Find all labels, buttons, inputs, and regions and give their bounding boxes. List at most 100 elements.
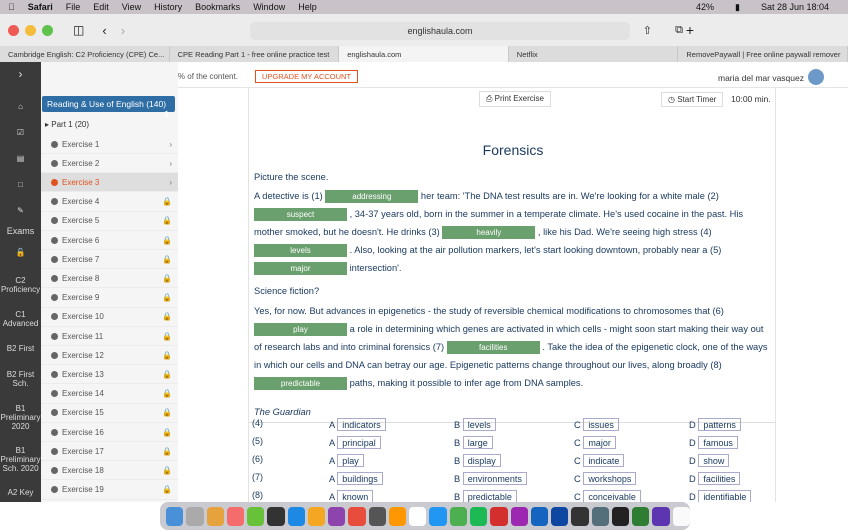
exercise-item[interactable]: Exercise 17 🔒 [41,442,178,462]
dock-app-icon[interactable] [611,506,630,526]
datetime[interactable]: Sat 28 Jun 18:04 [761,2,829,12]
dock-app-icon[interactable] [551,506,569,526]
exercise-item[interactable]: Exercise 6 🔒 [41,231,178,250]
option-choice[interactable]: B large [454,436,493,449]
menu-history[interactable]: History [154,2,182,12]
dock-app-icon[interactable] [409,506,427,526]
tab-englishaula[interactable]: englishaula.com [339,46,509,62]
option-choice[interactable]: C conceivable [574,490,641,502]
sidebar-toggle-icon[interactable]: ◫ [73,23,84,37]
stats-icon[interactable]: ▤ [0,154,41,163]
menu-edit[interactable]: Edit [93,2,109,12]
dock-app-icon[interactable] [206,506,224,526]
rail-b2-sch[interactable]: B2 First Sch. [0,370,41,388]
apple-icon[interactable]:  [8,2,15,12]
dock-app-icon[interactable] [166,506,184,526]
exercise-item[interactable]: Exercise 18 🔒 [41,461,178,481]
gap-8[interactable]: predictable [254,377,347,391]
dock-app-icon[interactable] [368,506,386,526]
gap-6[interactable]: play [254,323,347,337]
exercise-item[interactable]: Exercise 19 🔒 [41,481,178,500]
minimize-window-button[interactable] [25,24,36,36]
dock-app-icon[interactable] [429,506,447,526]
avatar[interactable] [808,69,824,85]
expand-icon[interactable]: › [0,68,41,80]
close-window-button[interactable] [8,24,19,36]
option-choice[interactable]: A buildings [329,472,383,485]
exercise-item[interactable]: Exercise 7 🔒 [41,250,178,270]
exercise-item[interactable]: Exercise 1 › [41,135,178,154]
lock-open-icon[interactable]: 🔓 [0,248,41,257]
dock-app-icon[interactable] [328,506,346,526]
menu-file[interactable]: File [66,2,81,12]
exercise-item[interactable]: Exercise 5 🔒 [41,212,178,231]
new-tab-icon[interactable]: + [686,22,694,38]
dock-app-icon[interactable] [591,506,609,526]
option-choice[interactable]: B predictable [454,490,517,502]
option-choice[interactable]: B display [454,454,501,467]
option-choice[interactable]: D famous [689,436,738,449]
tab-removepaywall[interactable]: RemovePaywall | Free online paywall remo… [678,46,848,62]
rail-b1-sch[interactable]: B1 Preliminary Sch. 2020 [0,446,41,473]
user-name[interactable]: maria del mar vasquez [718,73,804,83]
exercise-item[interactable]: Exercise 4 🔒 [41,193,178,212]
dock-app-icon[interactable] [652,506,670,526]
exercise-item[interactable]: Exercise 8 🔒 [41,269,178,289]
gap-1[interactable]: addressing [325,190,419,204]
exercise-item[interactable]: Exercise 9 🔒 [41,289,178,308]
upgrade-button[interactable]: UPGRADE MY ACCOUNT [255,70,359,83]
gap-5[interactable]: major [254,262,347,276]
exercise-item[interactable]: Exercise 13 🔒 [41,365,178,385]
dock-app-icon[interactable] [530,506,549,526]
option-choice[interactable]: D identifiable [689,490,752,502]
part-label[interactable]: ▸ Part 1 (20) [45,120,89,129]
back-icon[interactable]: ‹ [102,23,106,38]
dock-app-icon[interactable] [307,506,326,526]
check-icon[interactable]: ☑ [0,128,41,137]
rail-b2[interactable]: B2 First [0,344,41,353]
option-choice[interactable]: D facilities [689,472,741,485]
exercise-item[interactable]: Exercise 2 › [41,154,178,174]
battery-icon[interactable]: ▮ [735,2,740,13]
exercise-item[interactable]: Exercise 11 🔒 [41,327,178,346]
option-choice[interactable]: D show [689,454,730,467]
dock-app-icon[interactable] [287,506,305,526]
gap-4[interactable]: levels [254,244,347,258]
dock-app-icon[interactable] [510,506,528,526]
menu-window[interactable]: Window [253,2,285,12]
print-button[interactable]: ⎙ Print Exercise [479,91,551,107]
option-choice[interactable]: C indicate [574,454,625,467]
option-choice[interactable]: C major [574,436,616,449]
option-choice[interactable]: C issues [574,418,619,431]
forward-icon[interactable]: › [121,23,125,38]
edit-icon[interactable]: ✎ [0,206,41,215]
dock-app-icon[interactable] [247,506,265,526]
section-select[interactable]: Reading & Use of English (140) ⇕ [42,96,175,119]
tab-cambridge[interactable]: Cambridge English: C2 Proficiency (CPE) … [0,46,170,62]
gap-7[interactable]: facilities [446,341,540,355]
home-icon[interactable]: ⌂ [0,102,41,111]
rail-a2[interactable]: A2 Key [0,488,41,497]
dock-app-icon[interactable] [490,506,508,526]
exercise-item[interactable]: Exercise 14 🔒 [41,385,178,404]
option-choice[interactable]: A play [329,454,364,467]
exercise-item[interactable]: Exercise 12 🔒 [41,346,178,366]
zoom-window-button[interactable] [42,24,53,36]
exercise-item[interactable]: Exercise 10 🔒 [41,308,178,327]
dock-app-icon[interactable] [348,506,366,526]
gap-3[interactable]: heavily [442,226,536,240]
app-name[interactable]: Safari [28,2,53,12]
exercise-item[interactable]: Exercise 3 › [41,173,178,193]
gap-2[interactable]: suspect [254,208,347,222]
option-choice[interactable]: A principal [329,436,381,449]
dock-app-icon[interactable] [469,506,488,526]
document-icon[interactable]: □ [0,180,41,189]
share-icon[interactable]: ⇧ [643,24,652,37]
dock-app-icon[interactable] [226,506,245,526]
dock-app-icon[interactable] [186,506,204,526]
exercise-item[interactable]: Exercise 16 🔒 [41,423,178,442]
rail-exams[interactable]: Exams [0,227,41,236]
menu-bookmarks[interactable]: Bookmarks [195,2,240,12]
menu-view[interactable]: View [122,2,141,12]
rail-c2[interactable]: C2 Proficiency [0,276,41,294]
